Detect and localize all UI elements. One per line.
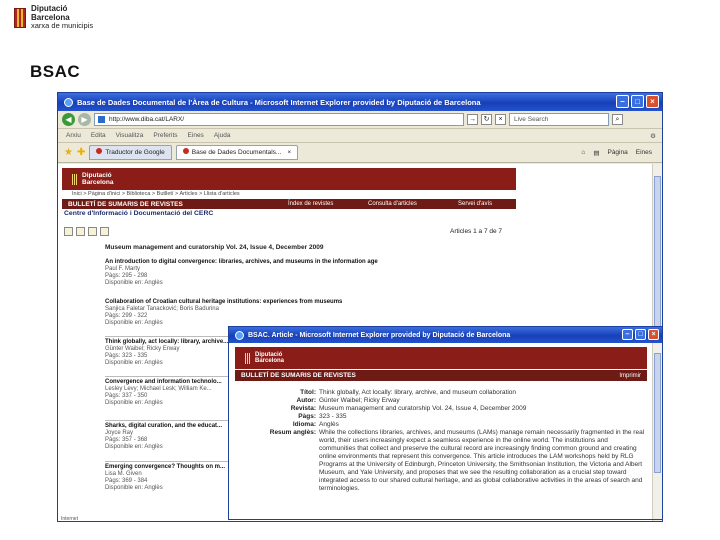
ie-icon	[64, 97, 73, 107]
popup-scroll-thumb[interactable]	[654, 353, 661, 473]
address-input[interactable]: http://www.diba.cat/LARX/	[94, 113, 464, 126]
divider	[105, 336, 230, 337]
bulleti-title: BULLETÍ DE SUMARIS DE REVISTES	[68, 200, 183, 208]
diputacio-logo: Diputació Barcelona xarxa de municipis	[14, 4, 94, 31]
slide-title: BSAC	[30, 62, 81, 81]
record-language-row: Idioma: Anglès	[292, 421, 339, 428]
nav-consulta-articles[interactable]: Consulta d'articles	[368, 201, 417, 207]
go-icon[interactable]: →	[467, 114, 478, 125]
record-abstract-row: Resum anglès: While the collections libra…	[269, 429, 645, 492]
article-record: Títol: Think globally, Act locally: libra…	[249, 389, 645, 493]
address-toolbar: ◀ ▶ http://www.diba.cat/LARX/ → ↻ × Live…	[58, 111, 662, 129]
centre-title: Centre d'Informació i Documentació del C…	[64, 210, 214, 217]
record-title-row: Títol: Think globally, Act locally: libra…	[300, 389, 517, 396]
ie-icon	[235, 330, 244, 340]
window-title: Base de Dades Documental de l'Àrea de Cu…	[77, 97, 481, 107]
menu-ajuda[interactable]: Ajuda	[214, 132, 231, 139]
tab-favicon-icon	[96, 148, 103, 154]
popup-close-button[interactable]: ×	[648, 329, 659, 340]
list-item[interactable]: Collaboration of Croatian cultural herit…	[105, 299, 415, 327]
record-journal-row: Revista: Museum management and curatorshi…	[290, 405, 527, 412]
favorites-star-icon[interactable]: ★	[64, 147, 73, 158]
tab-google-translate[interactable]: Traductor de Google	[89, 145, 172, 160]
refresh-icon[interactable]: ↻	[481, 114, 492, 125]
email-icon[interactable]	[76, 227, 85, 236]
list-item[interactable]: An introduction to digital convergence: …	[105, 259, 415, 287]
menu-preferits[interactable]: Preferits	[153, 132, 177, 139]
diba-logo-icon	[72, 173, 78, 185]
maximize-button[interactable]: □	[631, 95, 644, 108]
divider	[105, 376, 230, 377]
tab-bar: ★ ✚ Traductor de Google Base de Dades Do…	[58, 143, 662, 163]
menu-visualitza[interactable]: Visualitza	[116, 132, 144, 139]
search-icon[interactable]: ⌕	[612, 114, 623, 125]
articles-count: Articles 1 a 7 de 7	[450, 228, 503, 235]
home-icon[interactable]: ⌂	[581, 149, 585, 157]
add-favorite-icon[interactable]: ✚	[77, 147, 85, 158]
bulleti-bar: BULLETÍ DE SUMARIS DE REVISTES Índex de …	[62, 199, 516, 209]
tools-menu[interactable]: Eines	[636, 149, 652, 157]
nav-servei-avis[interactable]: Servei d'avís	[458, 201, 492, 207]
tab-favicon-icon	[182, 148, 189, 154]
issue-title: Museum management and curatorship Vol. 2…	[105, 244, 324, 251]
menu-eines[interactable]: Eines	[188, 132, 204, 139]
popup-vertical-scrollbar[interactable]	[652, 343, 662, 519]
window-titlebar[interactable]: Base de Dades Documental de l'Àrea de Cu…	[58, 93, 662, 111]
divider	[105, 420, 230, 421]
minimize-button[interactable]: –	[616, 95, 629, 108]
popup-title: BSAC. Article - Microsoft Internet Explo…	[248, 331, 511, 339]
page-menu[interactable]: Pàgina	[607, 149, 627, 157]
print-icon[interactable]: ▤	[593, 149, 599, 157]
close-button[interactable]: ×	[646, 95, 659, 108]
popup-site-header: Diputació Barcelona	[235, 347, 647, 369]
nav-index-revistes[interactable]: Índex de revistes	[288, 201, 333, 207]
stop-icon[interactable]: ×	[495, 114, 506, 125]
tab-base-dades[interactable]: Base de Dades Documentals... ×	[175, 145, 299, 160]
forward-icon[interactable]: ▶	[78, 113, 91, 126]
coat-of-arms-icon	[14, 7, 26, 28]
search-input[interactable]: Live Search	[509, 113, 609, 126]
site-header: Diputació Barcelona	[62, 168, 516, 190]
popup-maximize-button[interactable]: □	[635, 329, 646, 340]
menu-arxiu[interactable]: Arxiu	[66, 132, 81, 139]
logo-text: Diputació Barcelona xarxa de municipis	[31, 4, 94, 30]
popup-bulleti-bar: BULLETÍ DE SUMARIS DE REVISTES Imprimir	[235, 370, 647, 381]
action-icons	[64, 227, 109, 236]
print-list-icon[interactable]	[100, 227, 109, 236]
menu-bar: Arxiu Edita Visualitza Preferits Eines A…	[58, 129, 662, 143]
menu-edita[interactable]: Edita	[91, 132, 106, 139]
popup-titlebar[interactable]: BSAC. Article - Microsoft Internet Explo…	[229, 327, 662, 343]
back-icon[interactable]: ◀	[62, 113, 75, 126]
popup-minimize-button[interactable]: –	[622, 329, 633, 340]
record-pages-row: Pàgs: 323 - 335	[298, 413, 347, 420]
diba-logo-icon	[245, 352, 251, 364]
breadcrumb: Inici > Pàgina d'inici > Biblioteca > Bu…	[72, 191, 240, 197]
toolbar-tools-icon[interactable]: ⚙	[650, 132, 656, 140]
record-author-row: Autor: Günter Waibel; Ricky Erway	[296, 397, 400, 404]
select-all-icon[interactable]	[64, 227, 73, 236]
article-popup-window: BSAC. Article - Microsoft Internet Explo…	[228, 326, 663, 520]
popup-bulleti-title: BULLETÍ DE SUMARIS DE REVISTES	[241, 372, 356, 379]
tab-close-icon[interactable]: ×	[287, 149, 291, 156]
print-link[interactable]: Imprimir	[619, 373, 641, 379]
save-icon[interactable]	[88, 227, 97, 236]
popup-content: Diputació Barcelona BULLETÍ DE SUMARIS DE…	[229, 343, 654, 519]
divider	[105, 461, 230, 462]
